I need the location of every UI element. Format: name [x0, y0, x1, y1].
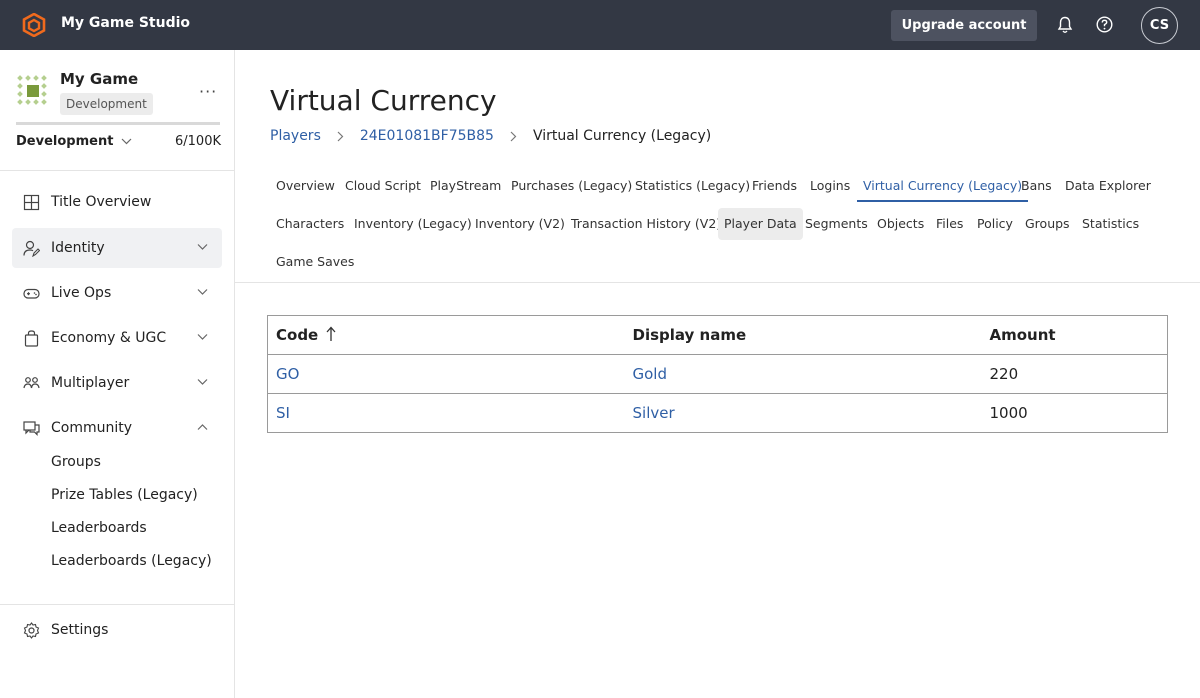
chevron-down-icon [197, 379, 208, 385]
tab-logins[interactable]: Logins [804, 170, 856, 202]
tab-game-saves[interactable]: Game Saves [270, 246, 360, 278]
chevron-right-icon [337, 131, 344, 141]
page-title: Virtual Currency [270, 84, 497, 117]
nav-label: Settings [51, 622, 109, 638]
tab-objects[interactable]: Objects [871, 208, 930, 240]
user-avatar[interactable]: CS [1141, 7, 1178, 44]
column-header-amount[interactable]: Amount [981, 315, 1168, 355]
studio-logo-icon[interactable] [22, 13, 46, 37]
nav-multiplayer[interactable]: Multiplayer [12, 363, 222, 403]
currency-code-link[interactable]: GO [267, 354, 625, 394]
help-icon[interactable] [1096, 16, 1113, 33]
currency-code-link[interactable]: SI [267, 393, 625, 433]
environment-select[interactable]: Development [16, 134, 132, 149]
usage-count: 6/100K [175, 134, 221, 149]
nav-settings[interactable]: Settings [12, 610, 222, 650]
sub-item-prize-tables[interactable]: Prize Tables (Legacy) [51, 487, 198, 503]
table-header-row: Code Display name Amount [267, 315, 1168, 355]
currency-table: Code Display name Amount GO Gold 220 SI … [267, 315, 1168, 433]
game-icon [17, 75, 47, 105]
currency-amount: 220 [981, 354, 1168, 394]
chevron-right-icon [510, 131, 517, 141]
nav-title-overview[interactable]: Title Overview [12, 182, 222, 222]
nav-label: Live Ops [51, 285, 112, 301]
sub-item-leaderboards[interactable]: Leaderboards [51, 520, 147, 536]
tab-friends[interactable]: Friends [746, 170, 803, 202]
tab-overview[interactable]: Overview [270, 170, 341, 202]
currency-amount: 1000 [981, 393, 1168, 433]
chevron-down-icon [197, 244, 208, 250]
upgrade-account-button[interactable]: Upgrade account [891, 10, 1037, 41]
breadcrumb-current: Virtual Currency (Legacy) [532, 128, 712, 144]
identity-icon [23, 240, 40, 257]
table-row: GO Gold 220 [267, 354, 1168, 394]
nav-live-ops[interactable]: Live Ops [12, 273, 222, 313]
sidebar: My Game Development ··· Development 6/10… [0, 50, 235, 698]
top-bar: My Game Studio Upgrade account CS [0, 0, 1200, 50]
nav-label: Economy & UGC [51, 330, 167, 346]
currency-name-link[interactable]: Gold [624, 354, 982, 394]
game-name: My Game [60, 70, 139, 88]
currency-name-link[interactable]: Silver [624, 393, 982, 433]
sub-item-groups[interactable]: Groups [51, 454, 101, 470]
usage-bar [16, 122, 220, 125]
tab-files[interactable]: Files [930, 208, 969, 240]
tab-transaction-history-v2[interactable]: Transaction History (V2) [565, 208, 727, 240]
bell-icon[interactable] [1057, 16, 1073, 34]
nav-community[interactable]: Community [12, 408, 222, 448]
table-row: SI Silver 1000 [267, 393, 1168, 433]
divider [235, 282, 1200, 283]
tab-policy[interactable]: Policy [971, 208, 1019, 240]
nav-label: Identity [51, 240, 105, 256]
tab-inventory-v2[interactable]: Inventory (V2) [469, 208, 571, 240]
nav-label: Multiplayer [51, 375, 130, 391]
gear-icon [23, 622, 40, 639]
column-header-display-name[interactable]: Display name [624, 315, 982, 355]
grid-icon [23, 194, 40, 211]
tab-player-data[interactable]: Player Data [718, 208, 803, 240]
chevron-down-icon [197, 289, 208, 295]
tab-virtual-currency-legacy[interactable]: Virtual Currency (Legacy) [857, 170, 1029, 202]
column-header-label: Code [276, 326, 319, 344]
tab-purchases-legacy[interactable]: Purchases (Legacy) [505, 170, 638, 202]
app-title[interactable]: My Game Studio [61, 15, 190, 31]
sort-ascending-icon[interactable] [326, 326, 336, 342]
sub-item-leaderboards-legacy[interactable]: Leaderboards (Legacy) [51, 553, 212, 569]
tab-characters[interactable]: Characters [270, 208, 350, 240]
nav-label: Community [51, 420, 133, 436]
breadcrumb-player-id-link[interactable]: 24E01081BF75B85 [360, 128, 494, 144]
nav-label: Title Overview [51, 194, 152, 210]
divider [0, 604, 234, 605]
tab-bans[interactable]: Bans [1015, 170, 1058, 202]
bag-icon [24, 330, 39, 347]
divider [0, 170, 234, 171]
tab-cloud-script[interactable]: Cloud Script [339, 170, 427, 202]
breadcrumb-players-link[interactable]: Players [270, 128, 321, 144]
environment-badge: Development [60, 93, 153, 115]
chevron-down-icon [122, 138, 132, 145]
environment-select-label: Development [16, 134, 114, 149]
gamepad-icon [23, 288, 40, 299]
column-header-code[interactable]: Code [267, 315, 625, 355]
tab-segments[interactable]: Segments [799, 208, 874, 240]
nav-identity[interactable]: Identity [12, 228, 222, 268]
tab-inventory-legacy[interactable]: Inventory (Legacy) [348, 208, 478, 240]
tab-playstream[interactable]: PlayStream [424, 170, 507, 202]
people-icon [23, 377, 40, 389]
tab-statistics[interactable]: Statistics [1076, 208, 1145, 240]
tab-statistics-legacy[interactable]: Statistics (Legacy) [629, 170, 756, 202]
nav-economy-ugc[interactable]: Economy & UGC [12, 318, 222, 358]
chat-icon [23, 421, 40, 436]
tab-data-explorer[interactable]: Data Explorer [1059, 170, 1157, 202]
chevron-down-icon [197, 334, 208, 340]
tab-groups[interactable]: Groups [1019, 208, 1076, 240]
more-options-button[interactable]: ··· [199, 82, 217, 101]
chevron-up-icon [197, 424, 208, 430]
breadcrumb: Players 24E01081BF75B85 Virtual Currency… [270, 128, 711, 144]
